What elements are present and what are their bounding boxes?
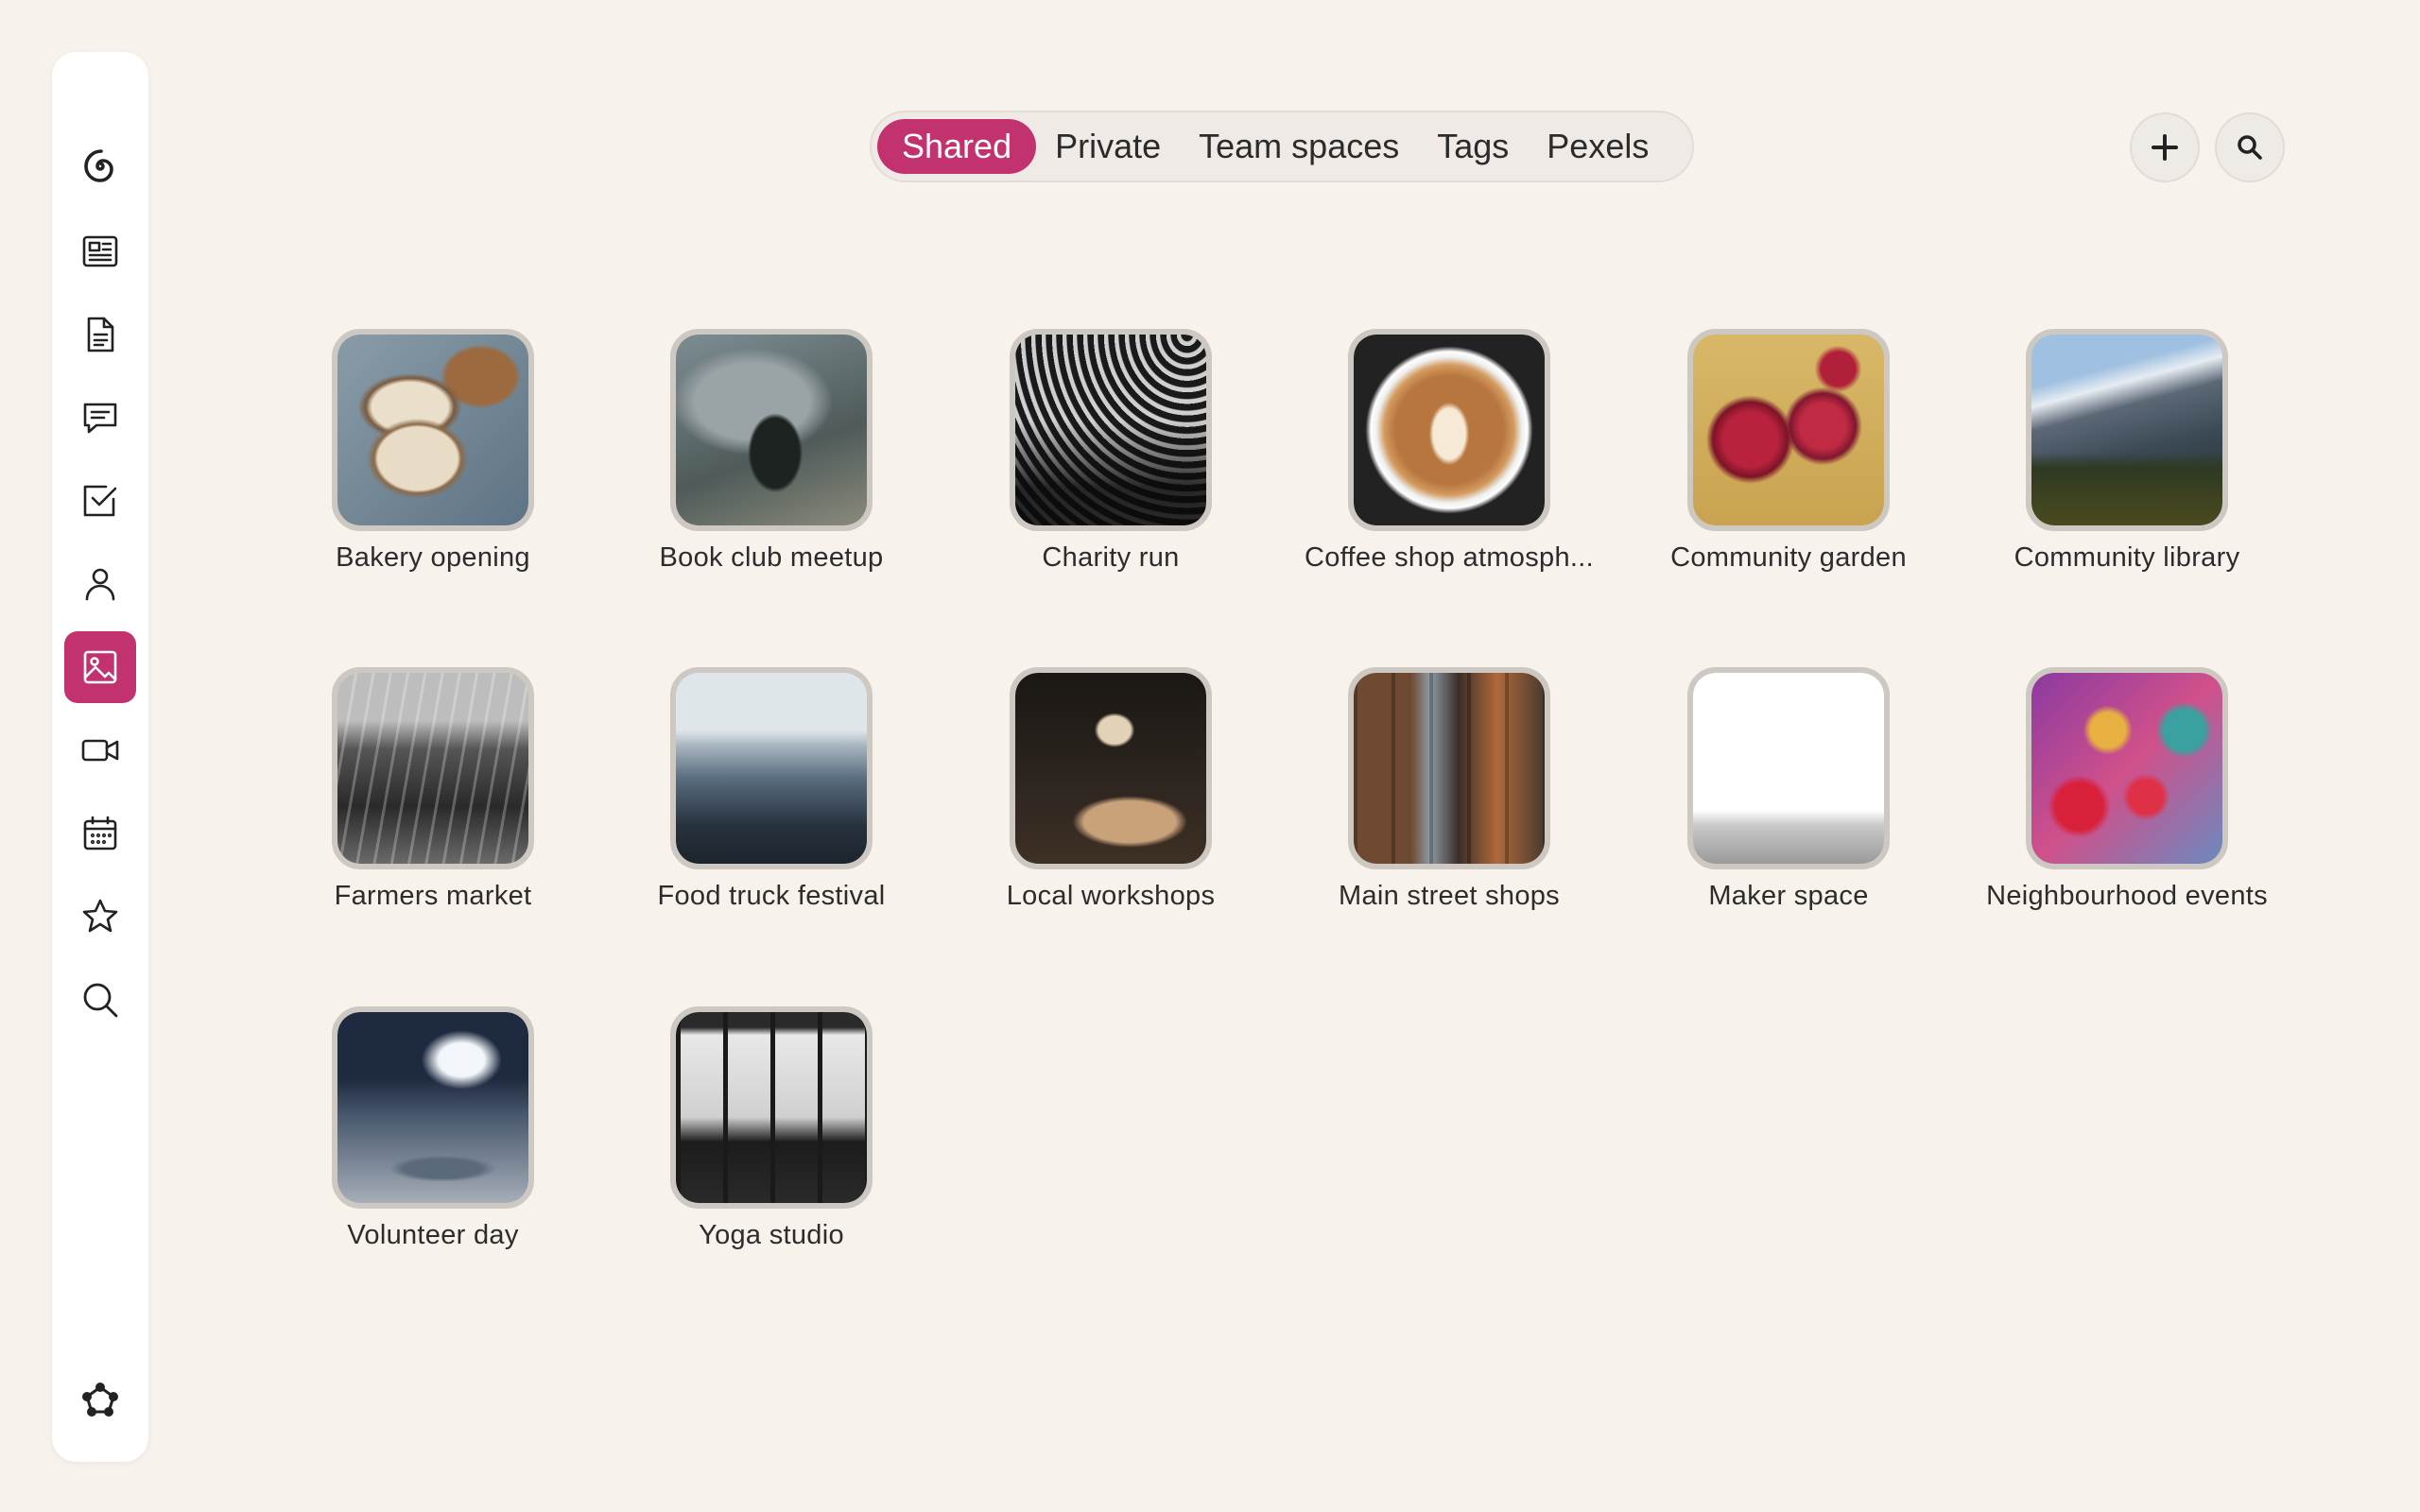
album-thumbnail [670, 667, 873, 869]
image-icon [83, 650, 117, 684]
tab-team-spaces[interactable]: Team spaces [1180, 119, 1418, 174]
document-icon [87, 317, 114, 352]
sidebar-item-network[interactable] [64, 1366, 136, 1437]
search-icon [83, 983, 118, 1018]
album-thumbnail [2026, 329, 2228, 531]
album-thumbnail [2026, 667, 2228, 869]
checkbox-icon [83, 485, 117, 517]
album-label: Bakery opening [336, 542, 530, 573]
sidebar-item-favorites[interactable] [64, 881, 136, 953]
sidebar [52, 52, 148, 1462]
video-icon [81, 739, 119, 762]
sidebar-item-tasks[interactable] [64, 465, 136, 537]
album-thumbnail [1687, 667, 1890, 869]
album-thumbnail [332, 667, 534, 869]
album-label: Book club meetup [659, 542, 884, 573]
album-thumbnail [670, 329, 873, 531]
view-tabs: Shared Private Team spaces Tags Pexels [870, 111, 1694, 182]
newspaper-icon [82, 235, 118, 267]
album-label: Food truck festival [657, 881, 886, 911]
album-label: Yoga studio [699, 1220, 844, 1250]
album-community-library[interactable]: Community library [1966, 329, 2288, 574]
calendar-icon [83, 816, 117, 850]
sidebar-item-search[interactable] [64, 964, 136, 1036]
tab-shared[interactable]: Shared [877, 119, 1037, 174]
plus-icon [2152, 134, 2178, 161]
spiral-logo-icon [84, 149, 113, 182]
album-thumbnail [332, 1006, 534, 1209]
sidebar-item-home[interactable] [64, 130, 136, 202]
album-label: Neighbourhood events [1986, 881, 2268, 911]
album-local-workshops[interactable]: Local workshops [950, 667, 1271, 912]
sidebar-item-photos[interactable] [64, 631, 136, 703]
sidebar-item-chat[interactable] [64, 382, 136, 454]
chat-icon [83, 403, 117, 434]
album-community-garden[interactable]: Community garden [1628, 329, 1949, 574]
album-label: Charity run [1042, 542, 1180, 573]
sidebar-item-contacts[interactable] [64, 548, 136, 620]
person-icon [85, 568, 115, 601]
album-yoga-studio[interactable]: Yoga studio [611, 1006, 932, 1251]
sidebar-item-documents[interactable] [64, 299, 136, 370]
album-bakery-opening[interactable]: Bakery opening [272, 329, 594, 574]
add-button[interactable] [2130, 112, 2200, 182]
sidebar-item-calendar[interactable] [64, 798, 136, 869]
network-icon [82, 1383, 118, 1417]
album-thumbnail [670, 1006, 873, 1209]
album-book-club-meetup[interactable]: Book club meetup [611, 329, 932, 574]
album-thumbnail [1687, 329, 1890, 531]
star-icon [82, 899, 118, 933]
album-label: Volunteer day [347, 1220, 519, 1250]
album-coffee-shop-atmosphere[interactable]: Coffee shop atmosph... [1288, 329, 1610, 574]
album-maker-space[interactable]: Maker space [1628, 667, 1949, 912]
album-thumbnail [1010, 667, 1212, 869]
sidebar-item-video[interactable] [64, 714, 136, 786]
search-icon [2238, 135, 2262, 160]
album-thumbnail [332, 329, 534, 531]
search-button[interactable] [2215, 112, 2285, 182]
album-farmers-market[interactable]: Farmers market [272, 667, 594, 912]
tab-pexels[interactable]: Pexels [1528, 119, 1668, 174]
tab-private[interactable]: Private [1036, 119, 1180, 174]
album-main-street-shops[interactable]: Main street shops [1288, 667, 1610, 912]
album-label: Community garden [1670, 542, 1907, 573]
album-thumbnail [1348, 329, 1550, 531]
sidebar-item-news[interactable] [64, 215, 136, 287]
album-charity-run[interactable]: Charity run [950, 329, 1271, 574]
album-thumbnail [1010, 329, 1212, 531]
album-label: Farmers market [334, 881, 532, 911]
album-label: Maker space [1708, 881, 1869, 911]
album-thumbnail [1348, 667, 1550, 869]
album-food-truck-festival[interactable]: Food truck festival [611, 667, 932, 912]
album-neighbourhood-events[interactable]: Neighbourhood events [1966, 667, 2288, 912]
album-label: Community library [2014, 542, 2240, 573]
album-label: Local workshops [1006, 881, 1216, 911]
album-label: Main street shops [1339, 881, 1560, 911]
album-label: Coffee shop atmosph... [1305, 542, 1594, 573]
album-volunteer-day[interactable]: Volunteer day [272, 1006, 594, 1251]
tab-tags[interactable]: Tags [1418, 119, 1528, 174]
